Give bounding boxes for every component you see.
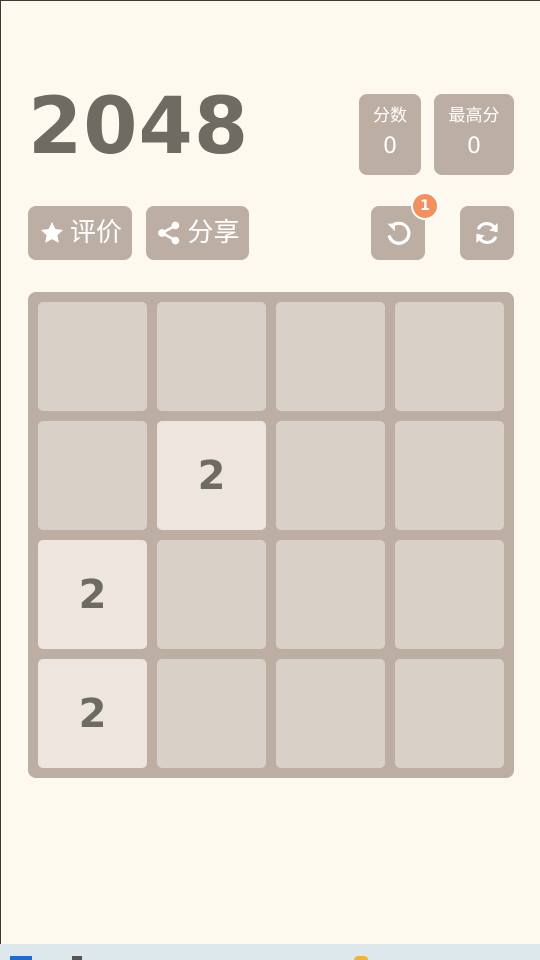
share-button[interactable]: 分享 <box>146 206 249 260</box>
empty-cell <box>157 302 266 411</box>
empty-cell <box>395 421 504 530</box>
best-score-box: 最高分 0 <box>434 94 514 175</box>
star-icon <box>38 219 66 247</box>
empty-cell <box>276 421 385 530</box>
share-label: 分享 <box>187 218 240 248</box>
taskbar-app-icon <box>72 956 82 960</box>
taskbar <box>0 944 540 960</box>
restart-button[interactable] <box>460 206 514 260</box>
taskbar-app-icon <box>354 956 368 960</box>
empty-cell <box>38 421 147 530</box>
tile-2: 2 <box>38 659 147 768</box>
empty-cell <box>157 540 266 649</box>
window-border-top <box>0 0 540 1</box>
undo-count-badge: 1 <box>411 192 439 220</box>
empty-cell <box>395 302 504 411</box>
score-label: 分数 <box>373 106 407 126</box>
empty-cell <box>395 540 504 649</box>
empty-cell <box>276 659 385 768</box>
score-box: 分数 0 <box>359 94 421 175</box>
undo-icon <box>383 218 413 248</box>
empty-cell <box>276 540 385 649</box>
best-score-value: 0 <box>467 134 481 159</box>
empty-cell <box>395 659 504 768</box>
best-score-label: 最高分 <box>448 106 500 126</box>
refresh-icon <box>472 218 502 248</box>
rate-label: 评价 <box>69 218 122 248</box>
score-value: 0 <box>383 134 397 159</box>
rate-button[interactable]: 评价 <box>28 206 132 260</box>
empty-cell <box>157 659 266 768</box>
empty-cell <box>38 302 147 411</box>
window-border-left <box>0 0 1 944</box>
start-icon <box>10 956 32 960</box>
tile-2: 2 <box>157 421 266 530</box>
game-title: 2048 <box>28 82 250 172</box>
tile-2: 2 <box>38 540 147 649</box>
share-icon <box>155 219 183 247</box>
game-board[interactable]: 222 <box>28 292 514 778</box>
empty-cell <box>276 302 385 411</box>
